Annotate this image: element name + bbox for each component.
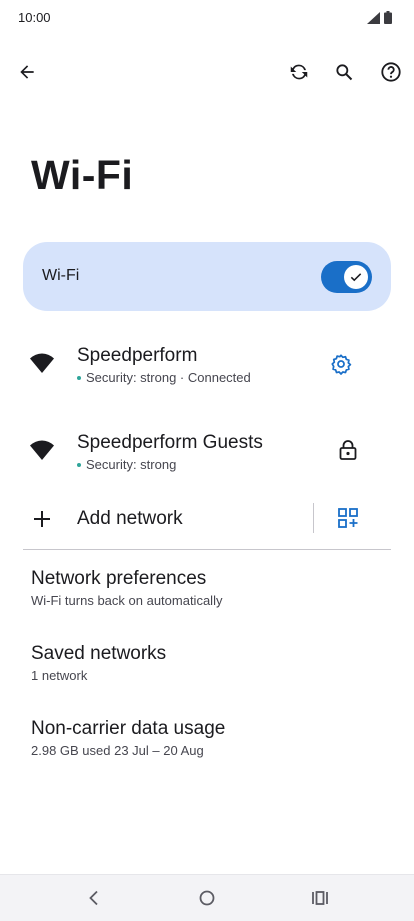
- nav-back-button[interactable]: [74, 883, 114, 913]
- check-icon: [350, 273, 362, 282]
- toggle-knob: [344, 265, 368, 289]
- nav-recents-button[interactable]: [300, 883, 340, 913]
- network-item-speedperform[interactable]: Speedperform Security: strong · Connecte…: [0, 334, 414, 394]
- nav-recents-icon: [312, 891, 328, 905]
- wifi-toggle-card[interactable]: Wi-Fi: [23, 242, 391, 311]
- refresh-button[interactable]: [281, 54, 317, 90]
- data-usage-item[interactable]: Non-carrier data usage 2.98 GB used 23 J…: [0, 710, 414, 770]
- wifi-signal-icon: [30, 353, 54, 373]
- wifi-toggle-label: Wi-Fi: [42, 267, 80, 284]
- gear-icon: [331, 354, 352, 375]
- status-dot: [77, 462, 81, 467]
- help-icon: [381, 62, 401, 82]
- system-nav-bar: [0, 874, 414, 921]
- saved-networks-title: Saved networks: [31, 643, 167, 664]
- network-status-text: Security: strong: [86, 457, 177, 472]
- signal-icon: [367, 11, 380, 24]
- nav-home-button[interactable]: [187, 883, 227, 913]
- network-name: Speedperform: [77, 345, 198, 366]
- network-status-text: Security: strong · Connected: [86, 370, 251, 385]
- lock-icon: [339, 440, 357, 460]
- battery-icon: [384, 11, 392, 24]
- wifi-signal-icon: [30, 440, 54, 460]
- plus-icon: [34, 511, 50, 527]
- help-button[interactable]: [373, 54, 409, 90]
- nav-home-icon: [199, 890, 215, 906]
- saved-networks-subtitle: 1 network: [31, 668, 88, 683]
- data-usage-subtitle: 2.98 GB used 23 Jul – 20 Aug: [31, 743, 204, 758]
- search-button[interactable]: [326, 54, 362, 90]
- network-preferences-subtitle: Wi-Fi turns back on automatically: [31, 593, 223, 608]
- page-title: Wi-Fi: [31, 152, 134, 198]
- saved-networks-item[interactable]: Saved networks 1 network: [0, 635, 414, 695]
- section-divider: [23, 549, 391, 550]
- network-status: Security: strong: [77, 457, 176, 472]
- nav-back-icon: [89, 890, 98, 906]
- arrow-back-icon: [20, 65, 34, 79]
- network-settings-button[interactable]: [323, 346, 359, 382]
- status-dot: [77, 375, 81, 380]
- scan-qr-button[interactable]: [330, 500, 366, 536]
- data-usage-title: Non-carrier data usage: [31, 718, 226, 739]
- back-button[interactable]: [9, 54, 45, 90]
- add-network-label: Add network: [77, 508, 183, 529]
- status-icons: [367, 11, 392, 24]
- refresh-icon: [290, 64, 308, 80]
- network-status: Security: strong · Connected: [77, 370, 251, 385]
- network-name: Speedperform Guests: [77, 432, 263, 453]
- wifi-switch[interactable]: [321, 261, 372, 293]
- qr-scan-icon: [338, 508, 358, 528]
- add-network-button[interactable]: Add network: [0, 498, 312, 542]
- network-preferences-title: Network preferences: [31, 568, 207, 589]
- vertical-divider: [313, 503, 314, 533]
- status-time: 10:00: [18, 10, 51, 25]
- search-icon: [336, 64, 353, 81]
- network-item-speedperform-guests[interactable]: Speedperform Guests Security: strong: [0, 421, 414, 481]
- network-preferences-item[interactable]: Network preferences Wi-Fi turns back on …: [0, 560, 414, 620]
